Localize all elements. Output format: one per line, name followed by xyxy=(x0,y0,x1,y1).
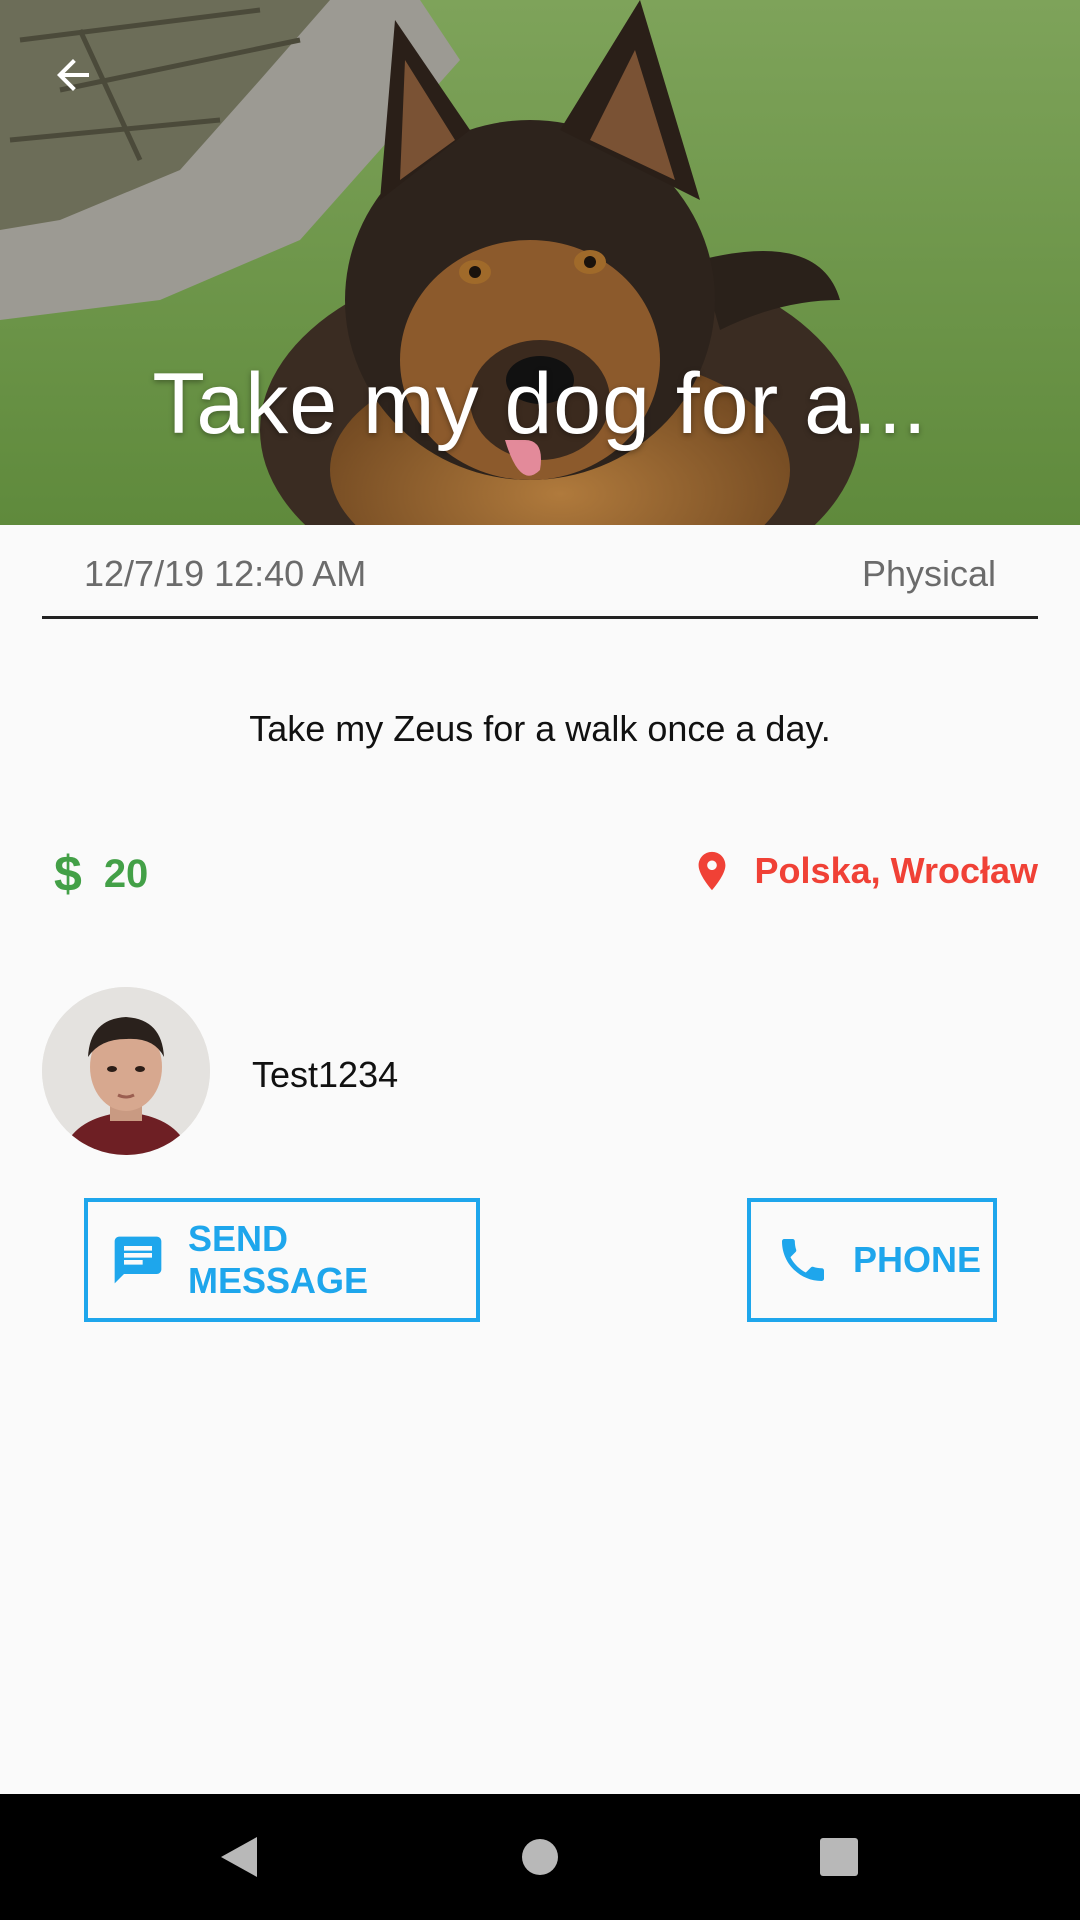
avatar[interactable] xyxy=(42,987,210,1155)
square-recent-icon xyxy=(820,1838,858,1876)
nav-home-button[interactable] xyxy=(507,1824,573,1890)
username: Test1234 xyxy=(252,1054,399,1095)
map-pin-icon xyxy=(698,851,725,891)
phone-button[interactable]: PHONE xyxy=(747,1198,997,1322)
post-title: Take my dog for a... xyxy=(152,356,928,452)
hero-image: Take my dog for a... xyxy=(0,0,1080,525)
location-text: Polska, Wrocław xyxy=(754,850,1038,891)
send-message-button[interactable]: SEND MESSAGE xyxy=(84,1198,480,1322)
nav-recent-button[interactable] xyxy=(806,1824,872,1890)
back-button[interactable] xyxy=(38,40,108,110)
post-description: Take my Zeus for a walk once a day. xyxy=(249,708,831,749)
dollar-icon: $ xyxy=(54,846,82,902)
post-date: 12/7/19 12:40 AM xyxy=(84,553,367,594)
user-photo xyxy=(42,987,210,1155)
circle-home-icon xyxy=(522,1839,558,1875)
arrow-left-icon xyxy=(57,59,89,91)
triangle-back-icon xyxy=(221,1837,257,1877)
phone-icon xyxy=(782,1239,824,1281)
message-icon xyxy=(114,1236,162,1284)
price-amount: 20 xyxy=(103,851,149,896)
send-message-label: SEND MESSAGE xyxy=(188,1218,369,1301)
system-nav-bar xyxy=(0,1794,1080,1920)
price: $ 20 xyxy=(54,845,148,903)
job-detail-screen: Take my dog for a... 12/7/19 12:40 AM Ph… xyxy=(0,0,1080,1920)
location: Polska, Wrocław xyxy=(689,843,1038,899)
phone-label: PHONE xyxy=(853,1239,982,1280)
nav-back-button[interactable] xyxy=(206,1824,272,1890)
post-type: Physical xyxy=(861,553,996,594)
